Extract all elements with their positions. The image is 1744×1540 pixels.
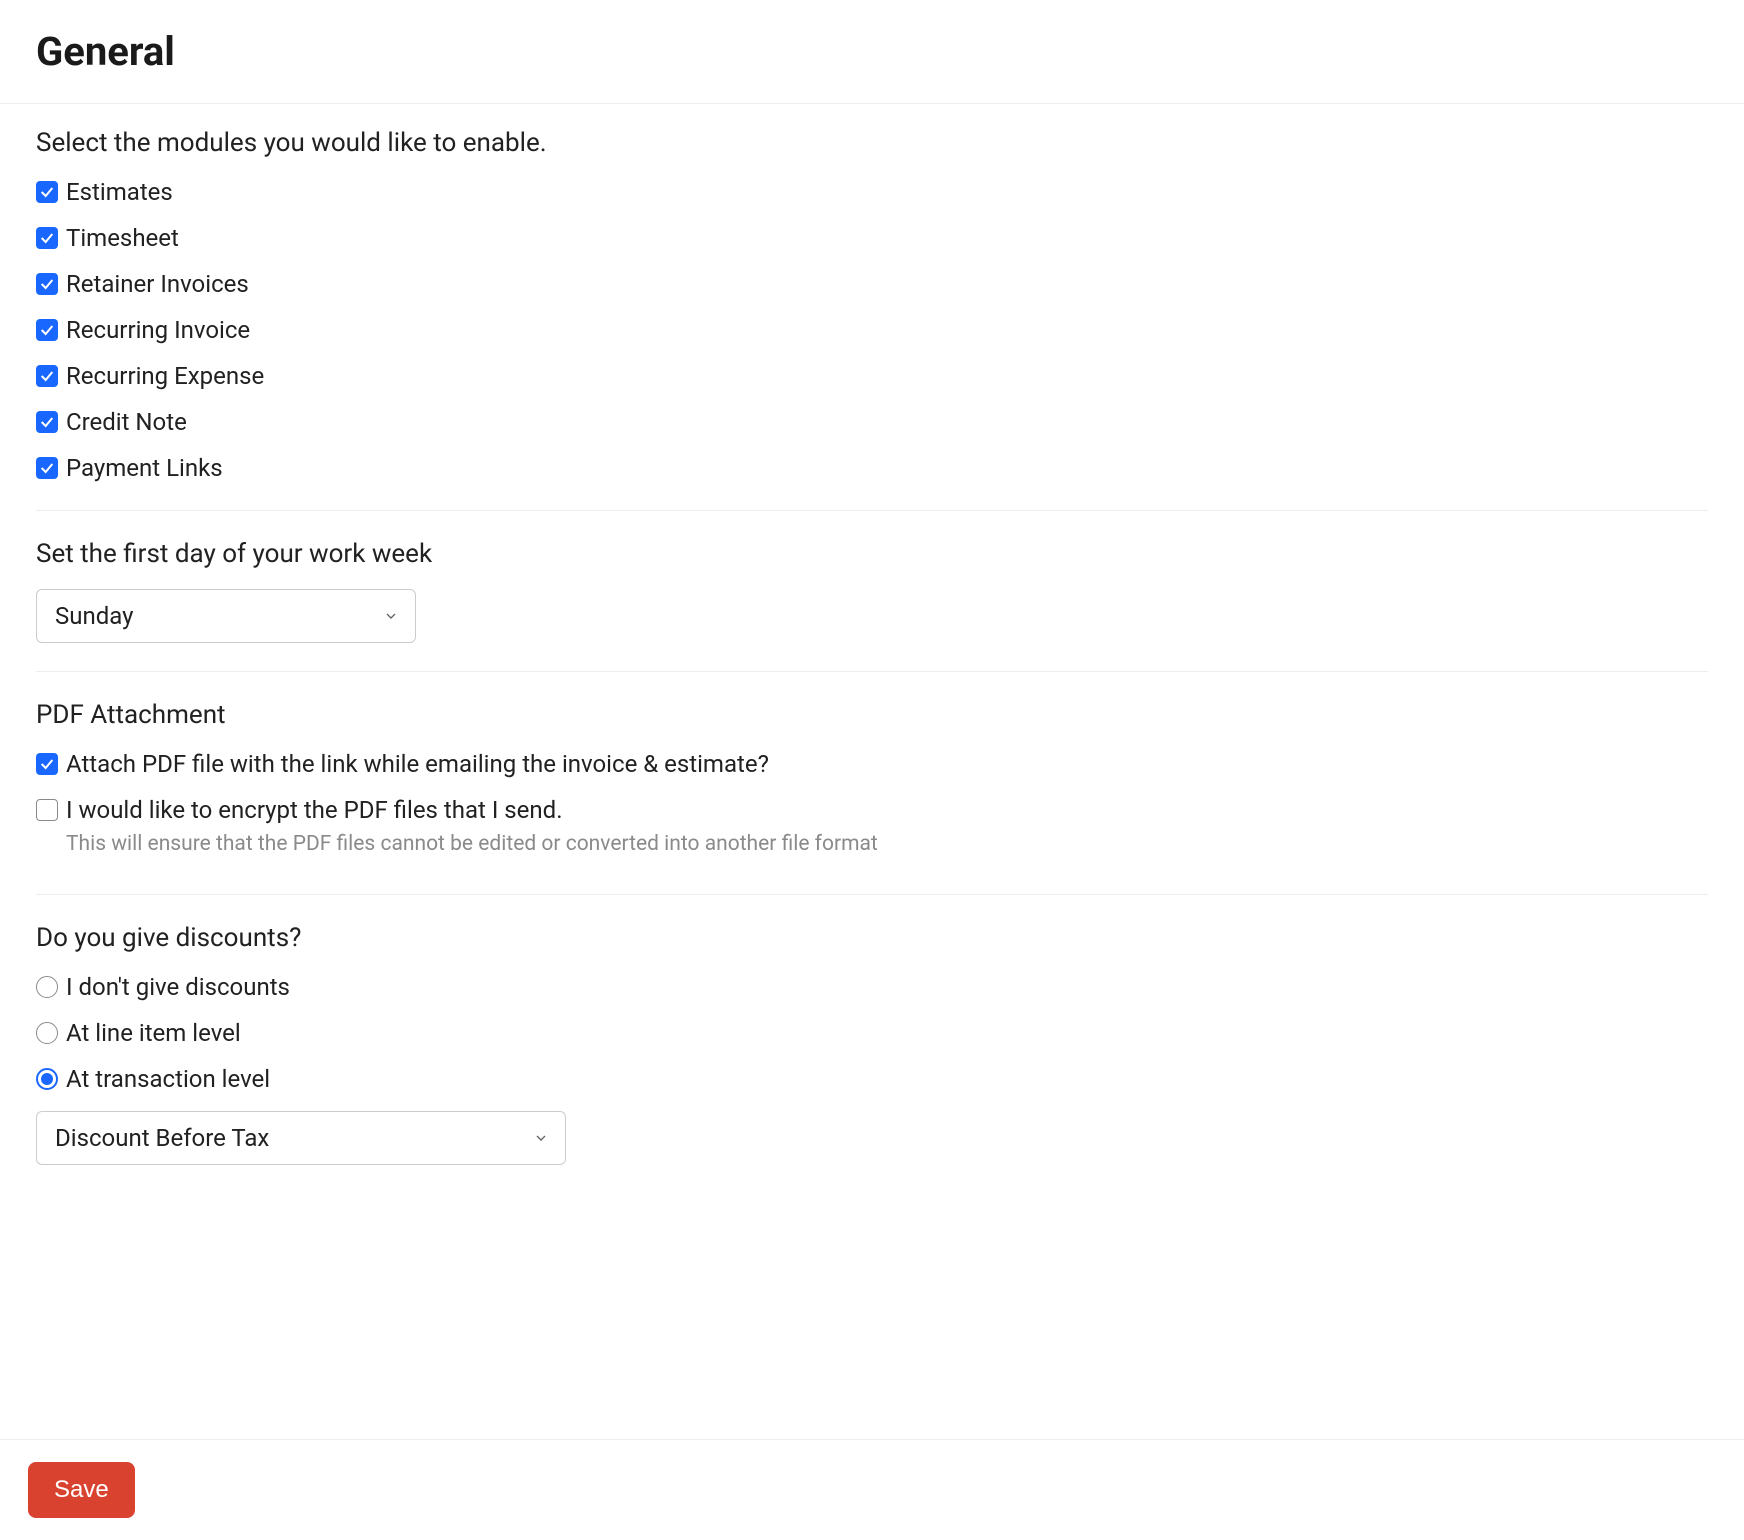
module-credit-note-label[interactable]: Credit Note	[66, 408, 187, 436]
discount-none-radio[interactable]	[36, 976, 58, 998]
check-icon	[39, 230, 55, 246]
module-estimates-label[interactable]: Estimates	[66, 178, 173, 206]
module-retainer-invoices-checkbox[interactable]	[36, 273, 58, 295]
module-recurring-invoice-label[interactable]: Recurring Invoice	[66, 316, 250, 344]
check-icon	[39, 276, 55, 292]
module-estimates-checkbox[interactable]	[36, 181, 58, 203]
module-timesheet-checkbox[interactable]	[36, 227, 58, 249]
workweek-select[interactable]: Sunday	[36, 589, 416, 643]
discount-mode-select[interactable]: Discount Before Tax	[36, 1111, 566, 1165]
module-payment-links-label[interactable]: Payment Links	[66, 454, 223, 482]
discount-lineitem-row: At line item level	[36, 1019, 1708, 1047]
pdf-encrypt-checkbox[interactable]	[36, 799, 58, 821]
module-recurring-invoice-checkbox[interactable]	[36, 319, 58, 341]
discount-mode-select-value: Discount Before Tax	[55, 1124, 269, 1152]
check-icon	[39, 460, 55, 476]
module-timesheet-row: Timesheet	[36, 224, 1708, 252]
discount-transaction-radio[interactable]	[36, 1068, 58, 1090]
module-recurring-expense-checkbox[interactable]	[36, 365, 58, 387]
modules-label: Select the modules you would like to ena…	[36, 128, 1708, 158]
pdf-encrypt-row: I would like to encrypt the PDF files th…	[36, 796, 1708, 824]
pdf-attach-checkbox[interactable]	[36, 753, 58, 775]
pdf-attach-row: Attach PDF file with the link while emai…	[36, 750, 1708, 778]
pdf-encrypt-label[interactable]: I would like to encrypt the PDF files th…	[66, 796, 563, 824]
module-payment-links-row: Payment Links	[36, 454, 1708, 482]
pdf-section: PDF Attachment Attach PDF file with the …	[36, 700, 1708, 895]
module-retainer-invoices-row: Retainer Invoices	[36, 270, 1708, 298]
module-recurring-invoice-row: Recurring Invoice	[36, 316, 1708, 344]
discount-section-label: Do you give discounts?	[36, 923, 1708, 953]
module-retainer-invoices-label[interactable]: Retainer Invoices	[66, 270, 249, 298]
module-timesheet-label[interactable]: Timesheet	[66, 224, 179, 252]
workweek-section: Set the first day of your work week Sund…	[36, 539, 1708, 672]
discount-none-label[interactable]: I don't give discounts	[66, 973, 290, 1001]
discount-lineitem-radio[interactable]	[36, 1022, 58, 1044]
module-credit-note-row: Credit Note	[36, 408, 1708, 436]
check-icon	[39, 322, 55, 338]
module-recurring-expense-row: Recurring Expense	[36, 362, 1708, 390]
workweek-label: Set the first day of your work week	[36, 539, 1708, 569]
module-estimates-row: Estimates	[36, 178, 1708, 206]
discount-none-row: I don't give discounts	[36, 973, 1708, 1001]
module-payment-links-checkbox[interactable]	[36, 457, 58, 479]
check-icon	[39, 414, 55, 430]
page-header: General	[0, 0, 1744, 104]
module-recurring-expense-label[interactable]: Recurring Expense	[66, 362, 264, 390]
check-icon	[39, 756, 55, 772]
modules-section: Select the modules you would like to ena…	[36, 128, 1708, 511]
pdf-section-label: PDF Attachment	[36, 700, 1708, 730]
discount-section: Do you give discounts? I don't give disc…	[36, 923, 1708, 1193]
chevron-down-icon	[383, 602, 399, 630]
discount-transaction-row: At transaction level	[36, 1065, 1708, 1093]
check-icon	[39, 184, 55, 200]
discount-transaction-label[interactable]: At transaction level	[66, 1065, 270, 1093]
save-button[interactable]: Save	[28, 1462, 135, 1518]
check-icon	[39, 368, 55, 384]
workweek-select-value: Sunday	[55, 602, 134, 630]
chevron-down-icon	[533, 1124, 549, 1152]
page-title: General	[36, 28, 1744, 75]
page-footer: Save	[0, 1439, 1744, 1540]
discount-lineitem-label[interactable]: At line item level	[66, 1019, 241, 1047]
pdf-attach-label[interactable]: Attach PDF file with the link while emai…	[66, 750, 769, 778]
module-credit-note-checkbox[interactable]	[36, 411, 58, 433]
pdf-encrypt-helper: This will ensure that the PDF files cann…	[66, 832, 1708, 856]
